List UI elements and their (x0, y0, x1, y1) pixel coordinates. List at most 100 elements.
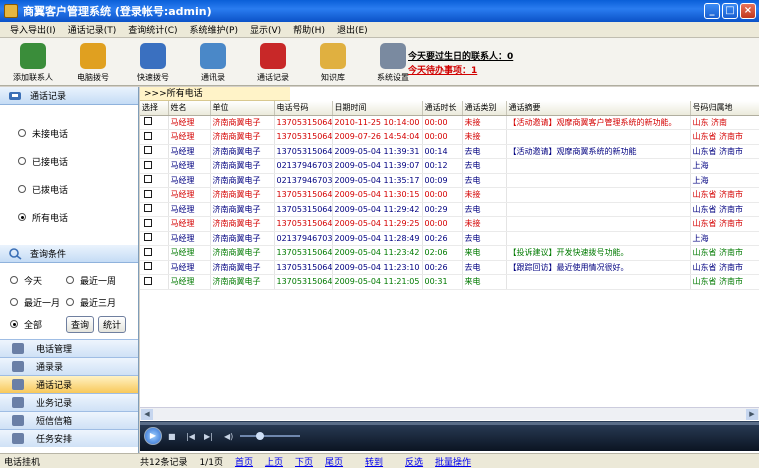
menu-item[interactable]: 显示(V) (244, 23, 287, 36)
table-row[interactable]: 马经理 济南商翼电子 13705315064 2009-05-04 11:23:42 0… (140, 245, 759, 261)
menu-item[interactable]: 系统维护(P) (184, 23, 244, 36)
nav-item[interactable]: 任务安排 (0, 429, 138, 447)
menu-item[interactable]: 导入导出(I) (4, 23, 62, 36)
select-cell[interactable] (140, 158, 169, 174)
table-row[interactable]: 马经理 济南商翼电子 13705315064 2010-11-25 10:14:00 0… (140, 115, 759, 130)
nav-item[interactable]: 短信信箱 (0, 411, 138, 429)
column-header[interactable]: 选择 (140, 101, 169, 116)
query-option[interactable]: 今天 (10, 274, 66, 287)
pager-link[interactable]: 转到 (365, 455, 383, 468)
seek-bar[interactable] (140, 422, 759, 425)
query-option[interactable]: 最近一周 (66, 274, 122, 287)
column-header[interactable]: 通话摘要 (506, 101, 691, 116)
column-header[interactable]: 单位 (210, 101, 275, 116)
select-cell[interactable] (140, 187, 169, 203)
toolbar-button[interactable]: 添加联系人 (6, 38, 60, 86)
toolbar-button[interactable]: 电脑拨号 (66, 38, 120, 86)
select-cell[interactable] (140, 144, 169, 159)
toolbar-button[interactable]: 通话记录 (246, 38, 300, 86)
stats-button[interactable]: 统计 (98, 315, 127, 333)
row-checkbox[interactable] (144, 117, 152, 126)
birthday-notice[interactable]: 今天要过生日的联系人：0 (408, 50, 513, 64)
volume-slider[interactable] (240, 435, 300, 437)
row-checkbox[interactable] (144, 247, 152, 256)
table-row[interactable]: 马经理 济南商翼电子 13705315064 2009-05-04 11:21:05 0… (140, 274, 759, 290)
close-button[interactable]: × (740, 3, 756, 19)
column-header[interactable]: 日期时间 (332, 101, 423, 116)
column-header[interactable]: 通话类别 (462, 101, 507, 116)
pager-link[interactable]: 首页 (235, 455, 253, 468)
select-cell[interactable] (140, 260, 169, 275)
select-cell[interactable] (140, 245, 169, 261)
volume-icon[interactable]: ◀) (224, 432, 233, 441)
select-cell[interactable] (140, 216, 169, 232)
table-row[interactable]: 马经理 济南商翼电子 02137946703 2009-05-04 11:35:17 0… (140, 173, 759, 188)
minimize-button[interactable]: _ (704, 3, 720, 19)
next-icon[interactable]: ▶| (204, 432, 213, 441)
radio-button[interactable] (66, 276, 74, 284)
horizontal-scrollbar[interactable]: ◀ ▶ (140, 407, 759, 420)
row-checkbox[interactable] (144, 233, 152, 242)
menu-item[interactable]: 帮助(H) (287, 23, 331, 36)
query-option[interactable]: 最近一月 (10, 296, 66, 309)
column-header[interactable]: 通话时长 (422, 101, 463, 116)
column-header[interactable]: 姓名 (168, 101, 211, 116)
query-button[interactable]: 查询 (66, 315, 95, 333)
query-option[interactable]: 最近三月 (66, 296, 122, 309)
filter-option[interactable]: 未接电话 (0, 119, 138, 147)
radio-button[interactable] (18, 157, 26, 165)
table-row[interactable]: 马经理 济南商翼电子 13705315064 2009-05-04 11:29:42 0… (140, 202, 759, 217)
row-checkbox[interactable] (144, 262, 152, 271)
table-row[interactable]: 马经理 济南商翼电子 13705315064 2009-05-04 11:29:25 0… (140, 216, 759, 232)
toolbar-button[interactable]: 知识库 (306, 38, 360, 86)
nav-item[interactable]: 电话管理 (0, 339, 138, 357)
select-cell[interactable] (140, 202, 169, 217)
row-checkbox[interactable] (144, 131, 152, 140)
row-checkbox[interactable] (144, 276, 152, 285)
maximize-button[interactable]: □ (722, 3, 738, 19)
query-option-all[interactable]: 全部 (10, 318, 66, 331)
menu-item[interactable]: 通话记录(T) (62, 23, 123, 36)
row-checkbox[interactable] (144, 175, 152, 184)
row-checkbox[interactable] (144, 218, 152, 227)
toolbar-button[interactable]: 快速拨号 (126, 38, 180, 86)
pager-link[interactable]: 批量操作 (435, 455, 471, 468)
todo-notice[interactable]: 今天待办事项：1 (408, 64, 513, 78)
radio-button[interactable] (18, 213, 26, 221)
nav-item[interactable]: 通话记录 (0, 375, 138, 393)
select-cell[interactable] (140, 274, 169, 290)
filter-option[interactable]: 已拨电话 (0, 175, 138, 203)
radio-button[interactable] (18, 185, 26, 193)
nav-item[interactable]: 业务记录 (0, 393, 138, 411)
column-header[interactable]: 号码归属地 (690, 101, 759, 116)
select-cell[interactable] (140, 129, 169, 145)
radio-button[interactable] (10, 298, 18, 306)
menu-item[interactable]: 查询统计(C) (122, 23, 183, 36)
pager-link[interactable]: 尾页 (325, 455, 343, 468)
radio-button[interactable] (10, 276, 18, 284)
row-checkbox[interactable] (144, 189, 152, 198)
radio-button[interactable] (10, 320, 18, 328)
select-cell[interactable] (140, 173, 169, 188)
table-row[interactable]: 马经理 济南商翼电子 02137946703 2009-05-04 11:28:49 0… (140, 231, 759, 246)
scroll-left-arrow-icon[interactable]: ◀ (141, 409, 153, 420)
row-checkbox[interactable] (144, 204, 152, 213)
pager-link[interactable]: 反选 (405, 455, 423, 468)
table-row[interactable]: 马经理 济南商翼电子 13705315064 2009-07-26 14:54:04 0… (140, 129, 759, 145)
volume-knob[interactable] (256, 432, 264, 440)
table-row[interactable]: 马经理 济南商翼电子 13705315064 2009-05-04 11:30:15 0… (140, 187, 759, 203)
menu-item[interactable]: 退出(E) (331, 23, 374, 36)
stop-icon[interactable]: ■ (168, 432, 176, 441)
table-row[interactable]: 马经理 济南商翼电子 13705315064 2009-05-04 11:39:31 0… (140, 144, 759, 159)
pager-link[interactable]: 下页 (295, 455, 313, 468)
row-checkbox[interactable] (144, 160, 152, 169)
pager-link[interactable]: 上页 (265, 455, 283, 468)
scroll-right-arrow-icon[interactable]: ▶ (746, 409, 758, 420)
select-cell[interactable] (140, 115, 169, 130)
table-row[interactable]: 马经理 济南商翼电子 02137946703 2009-05-04 11:39:07 0… (140, 158, 759, 174)
select-cell[interactable] (140, 231, 169, 246)
radio-button[interactable] (18, 129, 26, 137)
table-row[interactable]: 马经理 济南商翼电子 13705315064 2009-05-04 11:23:10 0… (140, 260, 759, 275)
previous-icon[interactable]: |◀ (186, 432, 195, 441)
play-icon[interactable]: ▶ (144, 427, 162, 445)
